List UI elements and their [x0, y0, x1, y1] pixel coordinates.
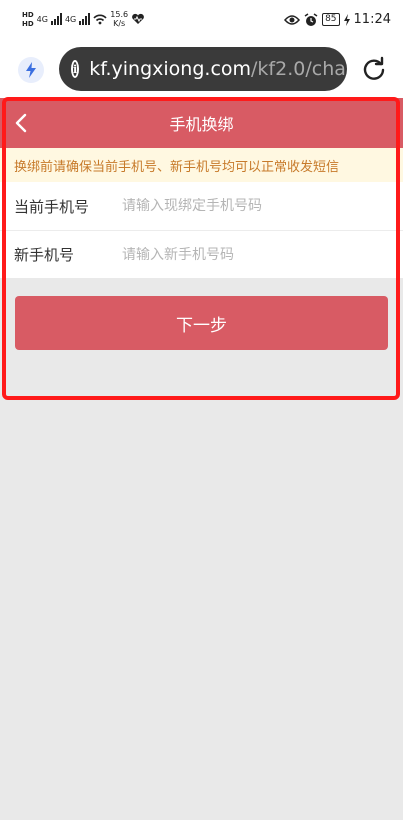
current-phone-input[interactable]: [122, 198, 382, 214]
signal-icon-2: [79, 13, 91, 25]
browser-toolbar: i kf.yingxiong.com /kf2.0/chang: [0, 40, 403, 98]
page-header: 手机换绑: [0, 98, 403, 148]
reload-icon[interactable]: [361, 56, 387, 82]
hd-indicator: HD HD: [22, 11, 34, 28]
battery-indicator: 85: [322, 13, 340, 26]
net-speed: 15.6 K/s: [110, 10, 128, 28]
alarm-icon: [304, 12, 318, 26]
net-speed-unit: K/s: [113, 19, 126, 28]
notice-banner: 换绑前请确保当前手机号、新手机号均可以正常收发短信: [0, 148, 403, 182]
phone-form: 当前手机号 新手机号: [0, 182, 403, 278]
heart-rate-icon: [132, 13, 144, 24]
page-title: 手机换绑: [169, 115, 234, 134]
status-bar: HD HD 4G 4G 15.6 K/s 85 11:24: [0, 0, 403, 40]
new-phone-label: 新手机号: [14, 246, 75, 264]
network-type-2: 4G: [64, 14, 77, 24]
signal-icon: [50, 13, 62, 25]
hd-label-1: HD: [22, 10, 34, 19]
url-domain: kf.yingxiong.com: [89, 58, 252, 80]
wifi-icon: [93, 14, 107, 25]
current-phone-row: 当前手机号: [0, 182, 403, 230]
info-icon[interactable]: i: [71, 60, 80, 78]
current-phone-label: 当前手机号: [14, 197, 90, 216]
new-phone-input[interactable]: [122, 246, 382, 263]
back-chevron-icon[interactable]: [10, 111, 34, 135]
url-path: /kf2.0/chang: [251, 58, 347, 80]
next-step-button[interactable]: 下一步: [15, 296, 388, 350]
lightning-icon: [26, 62, 36, 78]
eye-icon: [284, 14, 301, 25]
status-bar-right: 85 11:24: [284, 12, 391, 27]
lightning-button[interactable]: [18, 57, 44, 83]
charging-icon: [343, 13, 350, 26]
address-bar[interactable]: i kf.yingxiong.com /kf2.0/chang: [59, 47, 347, 91]
clock: 11:24: [353, 12, 391, 27]
net-speed-value: 15.6: [110, 10, 129, 19]
hd-label-2: HD: [22, 19, 34, 28]
new-phone-row: 新手机号: [0, 230, 403, 278]
network-type-1: 4G: [36, 14, 48, 24]
notice-text: 换绑前请确保当前手机号、新手机号均可以正常收发短信: [14, 159, 340, 175]
status-bar-left: HD HD 4G 4G 15.6 K/s: [22, 10, 145, 28]
